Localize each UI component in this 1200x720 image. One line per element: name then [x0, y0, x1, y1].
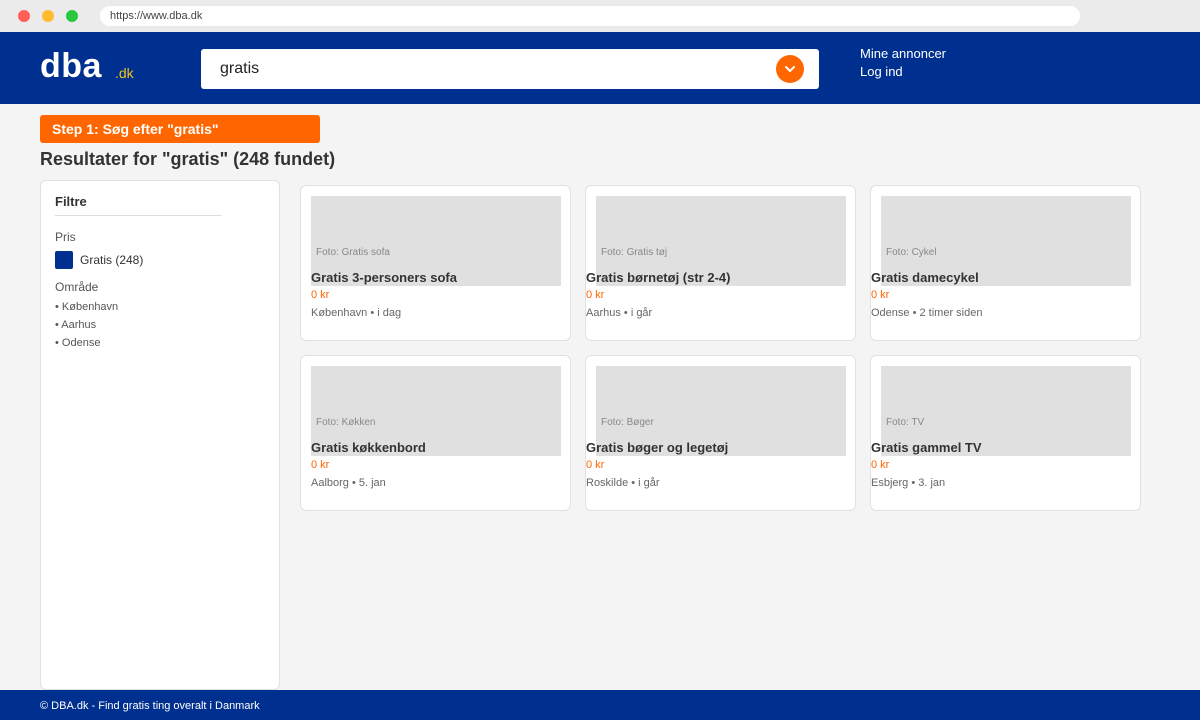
listing-location-time: Aarhus • i går [586, 307, 653, 319]
listing-location-time: Aalborg • 5. jan [311, 477, 386, 489]
listing-price: 0 kr [311, 289, 330, 301]
listing-title[interactable]: Gratis bøger og legetøj [586, 440, 728, 455]
photo-caption: Foto: Bøger [601, 417, 654, 428]
chevron-down-icon [785, 66, 795, 72]
area-item-aarhus[interactable]: • Aarhus [55, 319, 96, 331]
listing-price: 0 kr [311, 459, 330, 471]
minimize-window-icon[interactable] [42, 10, 54, 22]
price-filter-label: Pris [55, 230, 76, 244]
my-ads-link[interactable]: Mine annoncer [860, 46, 946, 61]
photo-caption: Foto: Gratis tøj [601, 247, 668, 258]
listing-price: 0 kr [586, 459, 605, 471]
close-window-icon[interactable] [18, 10, 30, 22]
site-footer: © DBA.dk - Find gratis ting overalt i Da… [0, 690, 1200, 720]
listing-location-time: Odense • 2 timer siden [871, 307, 983, 319]
listing-location-time: København • i dag [311, 307, 402, 319]
price-free-checkbox[interactable] [55, 251, 73, 269]
photo-caption: Foto: Køkken [316, 417, 376, 428]
photo-caption: Foto: TV [886, 417, 925, 428]
area-item-kobenhavn[interactable]: • København [55, 301, 118, 313]
area-filter-label: Område [55, 280, 99, 294]
search-button[interactable] [776, 55, 804, 83]
listing-location-time: Roskilde • i går [586, 477, 660, 489]
listing-title[interactable]: Gratis 3-personers sofa [311, 270, 457, 285]
results-title: Resultater for "gratis" (248 fundet) [40, 149, 336, 169]
search-box [201, 49, 819, 89]
photo-caption: Foto: Gratis sofa [316, 247, 390, 258]
area-item-odense[interactable]: • Odense [55, 337, 100, 349]
listing-price: 0 kr [586, 289, 605, 301]
listing-card[interactable]: Foto: Gratis sofa Gratis 3-personers sof… [300, 185, 571, 341]
listing-title[interactable]: Gratis børnetøj (str 2-4) [586, 270, 730, 285]
listing-title[interactable]: Gratis damecykel [871, 270, 979, 285]
filter-title: Filtre [55, 194, 87, 209]
login-link[interactable]: Log ind [860, 64, 903, 79]
dba-logo[interactable]: dba [40, 47, 102, 86]
address-bar[interactable]: https://www.dba.dk [100, 6, 1080, 26]
listing-card[interactable]: Foto: Køkken Gratis køkkenbord 0 kr Aalb… [300, 355, 571, 511]
listing-card[interactable]: Foto: Gratis tøj Gratis børnetøj (str 2-… [585, 185, 856, 341]
site-header: dba .dk Mine annoncer Log ind [0, 32, 1200, 104]
listing-location-time: Esbjerg • 3. jan [871, 477, 946, 489]
photo-caption: Foto: Cykel [886, 247, 937, 258]
listing-card[interactable]: Foto: TV Gratis gammel TV 0 kr Esbjerg •… [870, 355, 1141, 511]
browser-chrome: https://www.dba.dk [0, 0, 1200, 32]
listing-card[interactable]: Foto: Cykel Gratis damecykel 0 kr Odense… [870, 185, 1141, 341]
search-input[interactable] [201, 49, 771, 89]
maximize-window-icon[interactable] [66, 10, 78, 22]
listing-title[interactable]: Gratis køkkenbord [311, 440, 426, 455]
listing-price: 0 kr [871, 459, 890, 471]
logo-suffix: .dk [115, 65, 134, 81]
listing-price: 0 kr [871, 289, 890, 301]
listing-title[interactable]: Gratis gammel TV [871, 440, 982, 455]
price-free-label[interactable]: Gratis (248) [80, 253, 143, 267]
filter-divider [55, 215, 221, 216]
listing-card[interactable]: Foto: Bøger Gratis bøger og legetøj 0 kr… [585, 355, 856, 511]
filter-sidebar: Filtre Pris Gratis (248) Område • Københ… [40, 180, 280, 690]
step-banner: Step 1: Søg efter "gratis" [40, 115, 320, 143]
